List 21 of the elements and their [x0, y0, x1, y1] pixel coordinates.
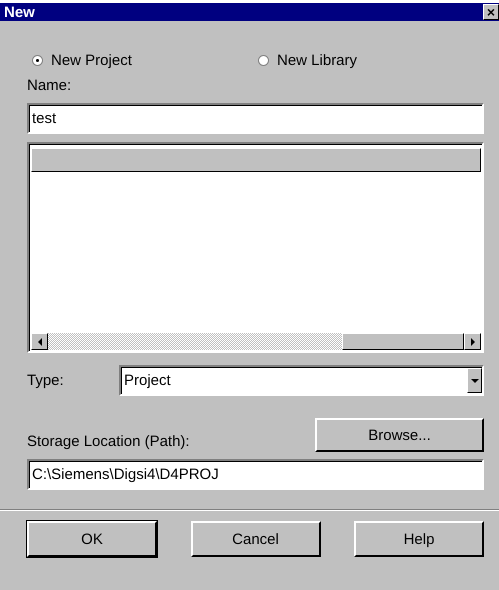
- project-list[interactable]: [27, 142, 484, 353]
- horizontal-scrollbar[interactable]: [31, 333, 481, 350]
- type-label: Type:: [27, 372, 65, 389]
- type-dropdown[interactable]: Project: [119, 365, 484, 396]
- name-field[interactable]: test: [27, 103, 484, 134]
- scroll-left-icon[interactable]: [31, 333, 48, 350]
- path-field[interactable]: C:\Siemens\Digsi4\D4PROJ: [27, 459, 484, 490]
- radio-button[interactable]: [32, 54, 43, 66]
- radio-option[interactable]: New Project: [32, 45, 258, 75]
- dialog-button[interactable]: OK: [27, 521, 157, 557]
- radio-button[interactable]: [258, 54, 269, 66]
- scroll-right-icon[interactable]: [464, 333, 481, 350]
- close-button[interactable]: ×: [483, 4, 499, 20]
- dialog-button[interactable]: Help: [354, 521, 484, 557]
- radio-option[interactable]: New Library: [258, 45, 484, 75]
- name-label: Name:: [27, 77, 72, 96]
- scroll-thumb[interactable]: [342, 333, 464, 350]
- window-title: New: [4, 4, 35, 20]
- browse-button[interactable]: Browse...: [315, 418, 484, 452]
- dialog-button[interactable]: Cancel: [190, 521, 320, 557]
- storage-label: Storage Location (Path):: [27, 433, 190, 452]
